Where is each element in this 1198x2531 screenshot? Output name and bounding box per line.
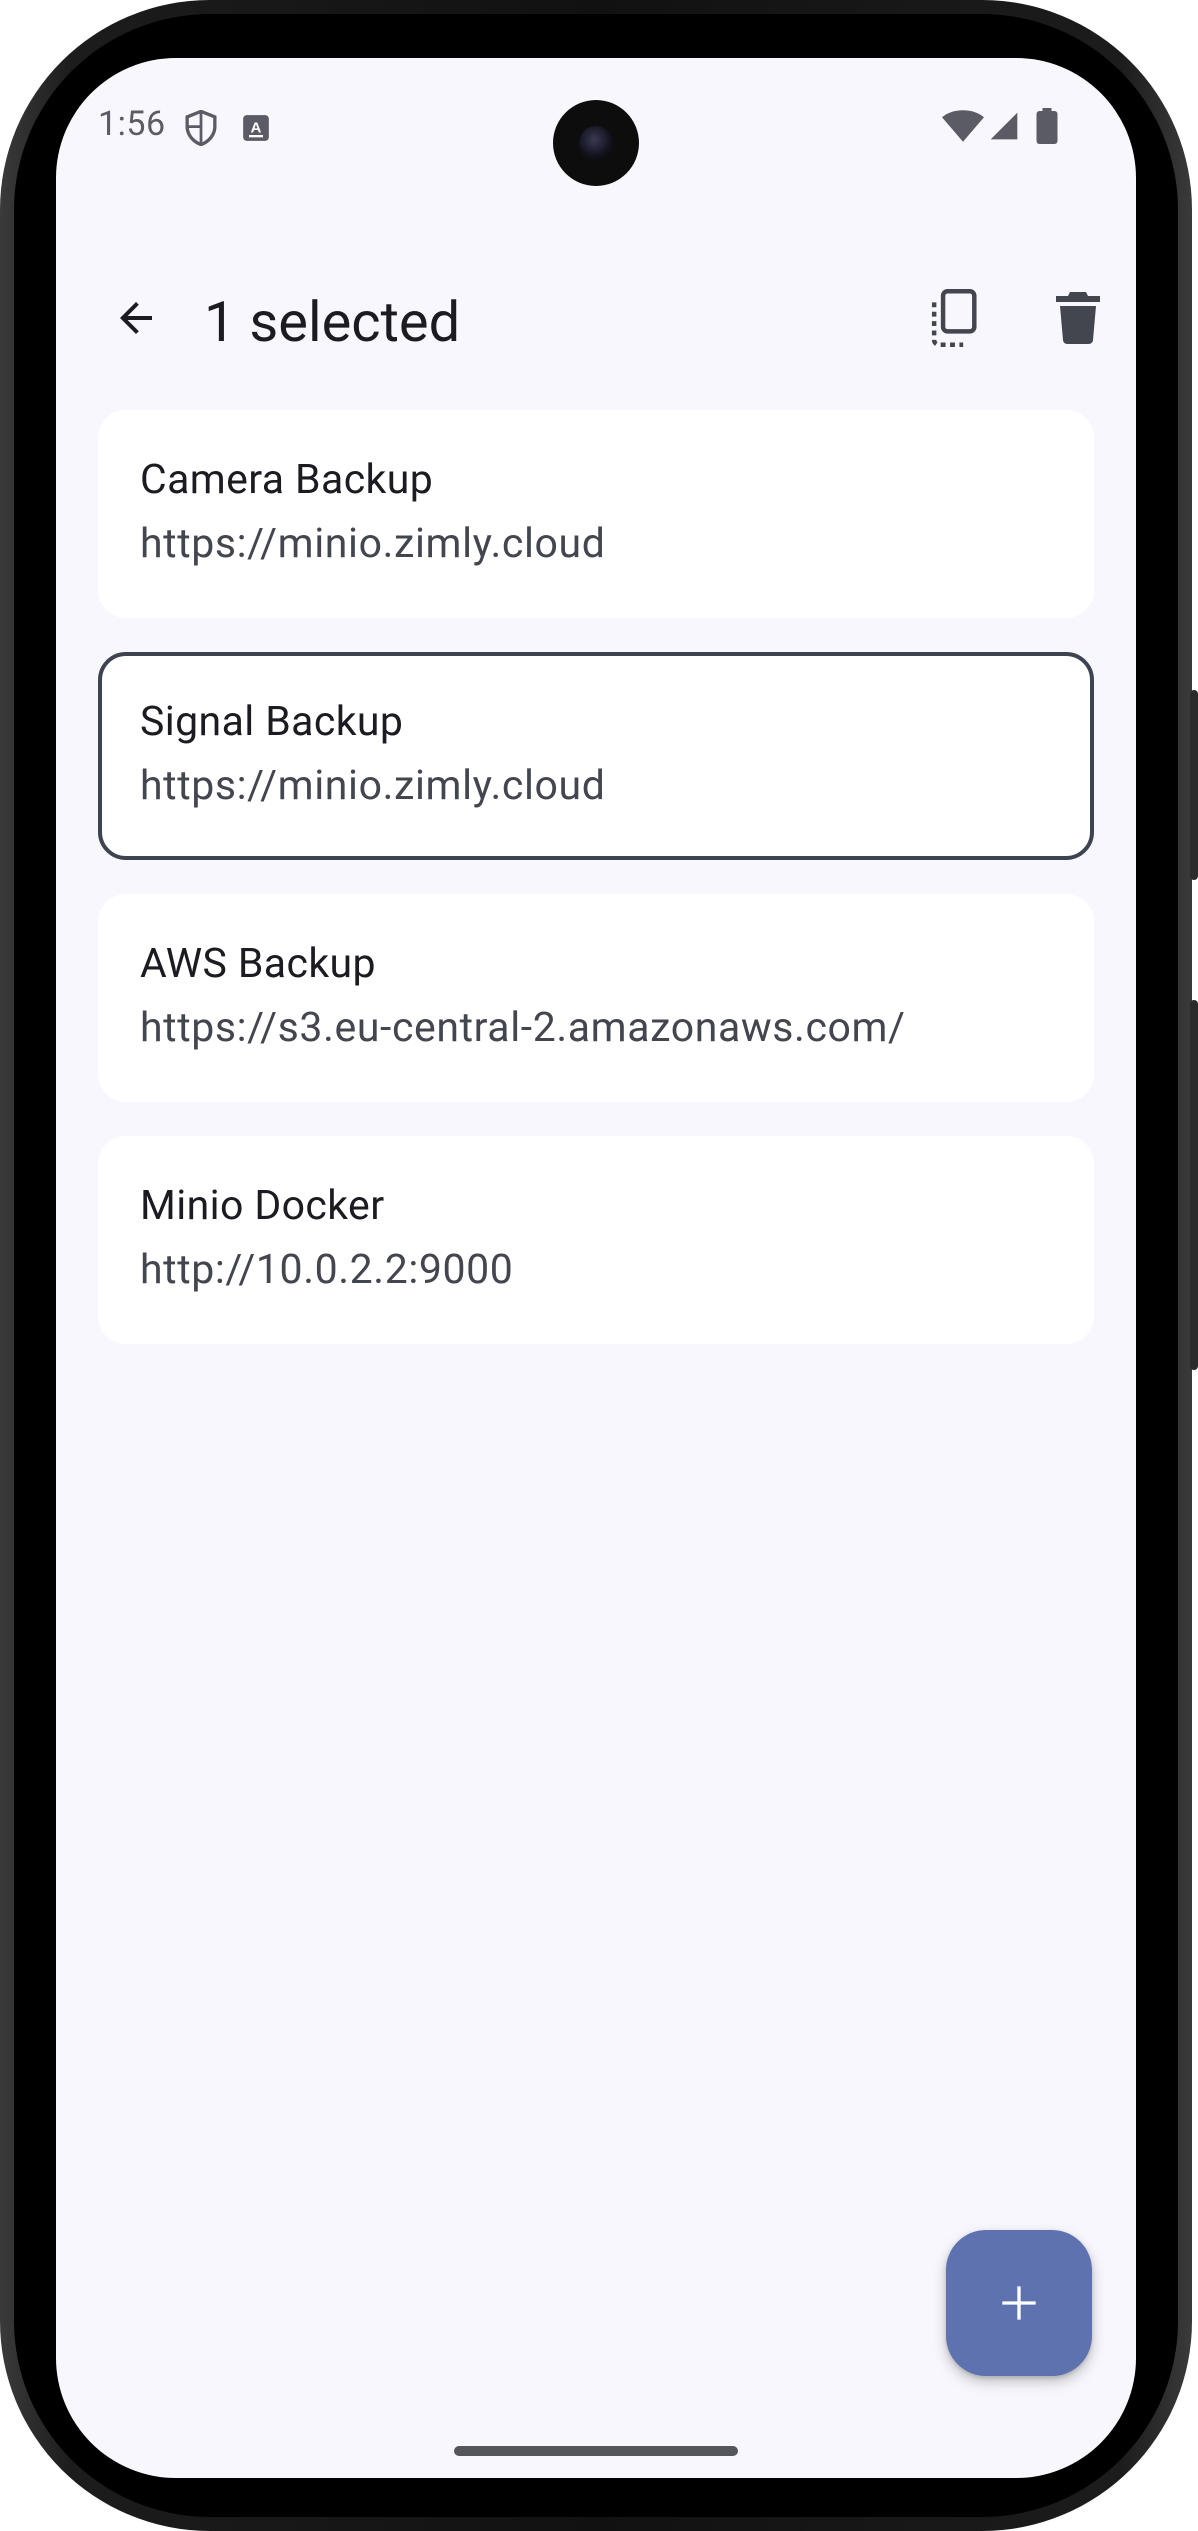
top-app-bar: 1 selected: [56, 238, 1136, 398]
svg-text:A: A: [251, 120, 262, 137]
status-bar: 1:56 A: [56, 58, 1136, 198]
page-title: 1 selected: [204, 289, 461, 355]
copy-icon: [931, 289, 977, 347]
connection-name: Signal Backup: [140, 698, 404, 746]
delete-button[interactable]: [1038, 278, 1118, 358]
shield-icon: [185, 110, 217, 146]
phone-frame: 1:56 A 1 selected Camera Backup https://…: [0, 0, 1198, 2531]
wifi-icon: [942, 110, 984, 142]
back-button[interactable]: [96, 278, 176, 358]
connection-url: http://10.0.2.2:9000: [140, 1246, 514, 1294]
connection-name: Camera Backup: [140, 456, 434, 504]
connection-url: https://minio.zimly.cloud: [140, 762, 606, 810]
power-button: [1190, 1000, 1198, 1370]
arrow-back-icon: [120, 302, 152, 334]
battery-icon: [1036, 108, 1058, 144]
list-item[interactable]: AWS Backup https://s3.eu-central-2.amazo…: [98, 894, 1094, 1102]
list-item[interactable]: Camera Backup https://minio.zimly.cloud: [98, 410, 1094, 618]
volume-button: [1190, 690, 1198, 880]
connection-name: AWS Backup: [140, 940, 376, 988]
keyboard-a-icon: A: [243, 115, 269, 141]
cell-signal-icon: [990, 112, 1018, 140]
connection-name: Minio Docker: [140, 1182, 385, 1230]
list-item-selected[interactable]: Signal Backup https://minio.zimly.cloud: [98, 652, 1094, 860]
home-indicator[interactable]: [454, 2446, 738, 2456]
status-time: 1:56: [98, 104, 166, 144]
connection-url: https://minio.zimly.cloud: [140, 520, 606, 568]
list-item[interactable]: Minio Docker http://10.0.2.2:9000: [98, 1136, 1094, 1344]
copy-button[interactable]: [912, 278, 992, 358]
plus-icon: [1002, 2286, 1036, 2320]
front-camera: [553, 100, 639, 186]
add-connection-button[interactable]: [946, 2230, 1092, 2376]
connection-url: https://s3.eu-central-2.amazonaws.com/: [140, 1004, 906, 1052]
screen: 1:56 A 1 selected Camera Backup https://…: [56, 58, 1136, 2478]
delete-icon: [1056, 292, 1100, 344]
